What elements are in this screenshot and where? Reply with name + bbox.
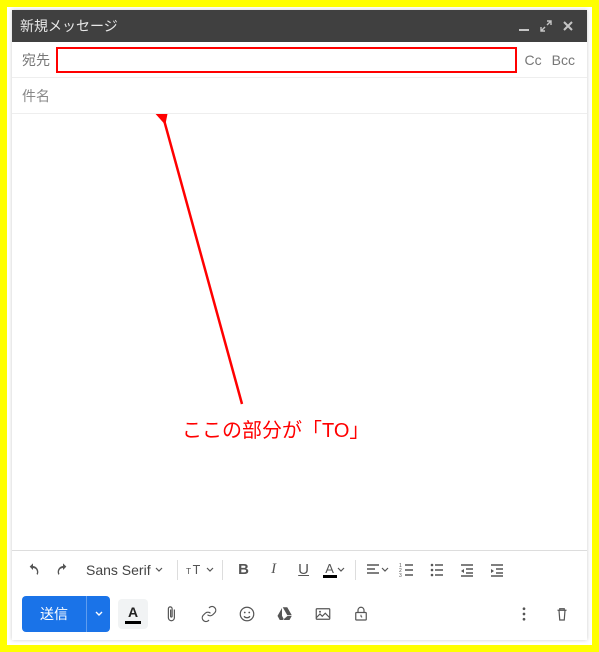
close-icon[interactable] [557, 20, 579, 32]
chevron-down-icon [155, 566, 163, 574]
send-label: 送信 [40, 604, 68, 624]
bold-icon[interactable]: B [231, 557, 257, 583]
bcc-button[interactable]: Bcc [550, 52, 577, 68]
text-format-icon: A [128, 605, 138, 619]
bullet-list-icon[interactable] [424, 557, 450, 583]
to-label: 宛先 [22, 50, 50, 70]
formatting-options-button[interactable]: A [118, 599, 148, 629]
compose-window: 新規メッセージ 宛先 Cc Bcc [12, 10, 587, 640]
annotation-text: ここの部分が「TO」 [182, 414, 369, 443]
minimize-icon[interactable] [513, 20, 535, 32]
insert-emoji-icon[interactable] [232, 599, 262, 629]
annotated-frame: 新規メッセージ 宛先 Cc Bcc [0, 0, 599, 652]
expand-icon[interactable] [535, 20, 557, 32]
text-color-icon[interactable]: A [321, 557, 347, 583]
svg-text:T: T [192, 563, 200, 577]
font-size-icon[interactable]: TT [186, 557, 214, 583]
send-button[interactable]: 送信 [22, 596, 86, 632]
indent-less-icon[interactable] [454, 557, 480, 583]
to-input[interactable] [58, 49, 515, 71]
insert-drive-icon[interactable] [270, 599, 300, 629]
insert-link-icon[interactable] [194, 599, 224, 629]
svg-text:3: 3 [399, 573, 402, 578]
chevron-down-icon [381, 566, 389, 574]
window-title: 新規メッセージ [20, 16, 513, 36]
action-toolbar: 送信 A [12, 588, 587, 640]
confidential-mode-icon[interactable] [346, 599, 376, 629]
cc-button[interactable]: Cc [523, 52, 544, 68]
discard-draft-icon[interactable] [547, 599, 577, 629]
italic-icon[interactable]: I [261, 557, 287, 583]
redo-icon[interactable] [50, 557, 76, 583]
to-field-highlight [56, 47, 517, 73]
attach-file-icon[interactable] [156, 599, 186, 629]
svg-text:T: T [186, 566, 191, 576]
font-family-select[interactable]: Sans Serif [80, 557, 169, 583]
chevron-down-icon [206, 566, 214, 574]
font-family-label: Sans Serif [86, 562, 151, 578]
numbered-list-icon[interactable]: 123 [394, 557, 420, 583]
indent-more-icon[interactable] [484, 557, 510, 583]
underline-icon[interactable]: U [291, 557, 317, 583]
send-group: 送信 [22, 596, 110, 632]
chevron-down-icon [95, 610, 103, 618]
annotation-arrow [12, 114, 587, 544]
recipients-row: 宛先 Cc Bcc [12, 42, 587, 78]
divider [177, 560, 178, 580]
send-options-button[interactable] [86, 596, 110, 632]
insert-photo-icon[interactable] [308, 599, 338, 629]
undo-icon[interactable] [20, 557, 46, 583]
subject-row [12, 78, 587, 114]
format-toolbar: Sans Serif TT B I U A [12, 550, 587, 588]
divider [222, 560, 223, 580]
divider [355, 560, 356, 580]
chevron-down-icon [337, 566, 345, 574]
window-titlebar: 新規メッセージ [12, 10, 587, 42]
message-body[interactable]: ここの部分が「TO」 [12, 114, 587, 550]
subject-input[interactable] [22, 88, 577, 104]
align-icon[interactable] [364, 557, 390, 583]
more-options-icon[interactable] [509, 599, 539, 629]
